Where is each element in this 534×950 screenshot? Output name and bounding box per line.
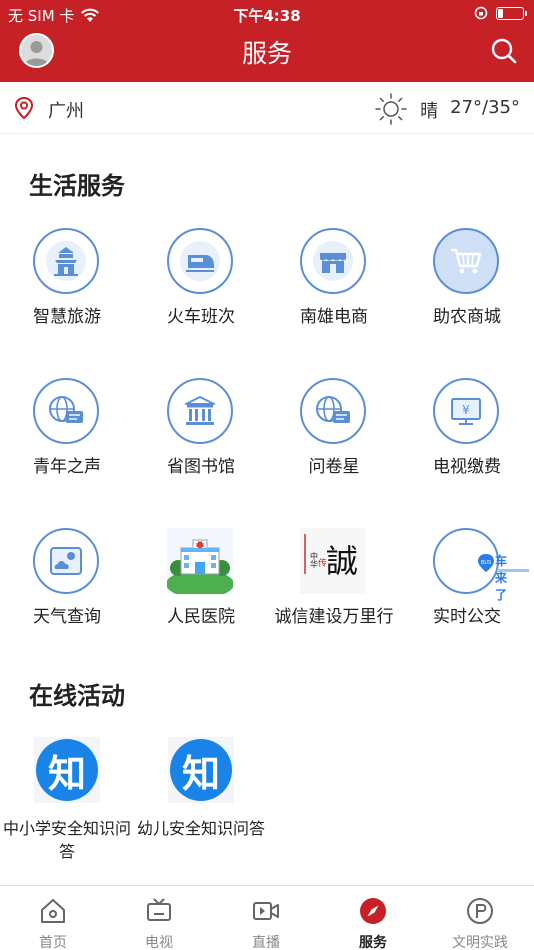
service-label: 省图书馆 xyxy=(167,457,235,477)
tab-label: 首页 xyxy=(39,935,67,950)
clock: 下午4:38 xyxy=(233,7,301,25)
battery-level xyxy=(498,8,503,18)
weather-info: 晴 27°/35° xyxy=(420,97,520,123)
cart-icon xyxy=(433,228,499,294)
globe-chat-icon xyxy=(300,378,366,444)
top-header: 无 SIM 卡 下午4:38 服务 xyxy=(0,0,534,82)
location-weather-bar: 广州 晴 27°/35° xyxy=(0,82,534,134)
service-label: 南雄电商 xyxy=(300,307,368,327)
globe-chat-icon xyxy=(33,378,99,444)
service-tile-provincial-library[interactable]: 省图书馆 xyxy=(134,378,268,508)
tab-label: 电视 xyxy=(145,935,173,950)
tab-home[interactable]: 首页 xyxy=(0,886,106,950)
service-label: 实时公交 xyxy=(433,607,501,627)
tab-label: 直播 xyxy=(252,935,280,950)
service-label: 诚信建设万里行 xyxy=(274,607,394,627)
shop-icon xyxy=(300,228,366,294)
train-icon xyxy=(167,228,233,294)
service-label: 智慧旅游 xyxy=(33,307,101,327)
battery-icon xyxy=(496,6,527,20)
service-tile-integrity-campaign[interactable]: 中华 传 · 誠 诚信建设万里行 xyxy=(267,528,401,658)
tab-tv[interactable]: 电视 xyxy=(106,886,212,950)
service-tile-train-schedule[interactable]: 火车班次 xyxy=(134,228,268,358)
service-tile-smart-travel[interactable]: 智慧旅游 xyxy=(0,228,134,358)
temperature-range: 27°/35° xyxy=(450,97,520,118)
sunny-weather-icon xyxy=(375,93,407,125)
status-bar: 无 SIM 卡 下午4:38 xyxy=(0,0,534,28)
bus-app-tagline xyxy=(497,569,529,572)
rotation-lock-icon xyxy=(474,6,488,20)
page-title: 服务 xyxy=(241,39,292,68)
service-label: 人民医院 xyxy=(167,607,235,627)
home-icon xyxy=(41,899,65,923)
tab-live[interactable]: 直播 xyxy=(213,886,319,950)
activity-tile-preschool-safety-quiz[interactable]: 知 幼儿安全知识问答 xyxy=(134,737,268,867)
activity-label: 中小学安全知识问答 xyxy=(2,819,131,862)
service-tile-realtime-bus[interactable]: BUS 车来了 实时公交 xyxy=(400,528,534,658)
location-city[interactable]: 广州 xyxy=(48,97,84,123)
service-label: 电视缴费 xyxy=(433,457,501,477)
service-tile-agri-mall[interactable]: 助农商城 xyxy=(400,228,534,358)
location-pin-icon[interactable] xyxy=(14,96,34,120)
hospital-icon xyxy=(166,528,234,598)
live-video-icon xyxy=(253,902,279,920)
bus-app-name: 车来了 xyxy=(495,554,508,602)
bus-app-icon: BUS 车来了 xyxy=(433,528,529,602)
zhihu-glyph: 知 xyxy=(170,739,232,801)
zhihu-glyph: 知 xyxy=(36,739,98,801)
service-label: 青年之声 xyxy=(33,457,101,477)
service-tile-peoples-hospital[interactable]: 人民医院 xyxy=(134,528,268,658)
service-label: 火车班次 xyxy=(167,307,235,327)
tab-civilization-practice[interactable]: 文明实践 xyxy=(427,886,533,950)
service-tile-youth-voice[interactable]: 青年之声 xyxy=(0,378,134,508)
search-icon[interactable] xyxy=(490,37,518,65)
service-label: 助农商城 xyxy=(433,307,501,327)
service-tile-weather-query[interactable]: 天气查询 xyxy=(0,528,134,658)
tab-label: 文明实践 xyxy=(452,935,508,950)
zhihu-icon: 知 xyxy=(168,737,234,803)
compass-icon xyxy=(360,898,386,924)
tv-yuan-icon: ¥ xyxy=(433,378,499,444)
service-tile-questionnaire[interactable]: 问卷星 xyxy=(267,378,401,508)
weather-condition: 晴 xyxy=(420,101,439,122)
library-icon xyxy=(167,378,233,444)
zhihu-icon: 知 xyxy=(34,737,100,803)
integrity-glyph: 誠 xyxy=(326,542,359,580)
service-label: 天气查询 xyxy=(33,607,101,627)
integrity-calligraphy-icon: 中华 传 · 誠 xyxy=(300,528,366,594)
section-title-online-activities: 在线活动 xyxy=(29,682,125,710)
svg-text:BUS: BUS xyxy=(481,560,491,566)
activity-tile-school-safety-quiz[interactable]: 知 中小学安全知识问答 xyxy=(0,737,134,867)
svg-text:¥: ¥ xyxy=(462,403,470,417)
service-tile-tv-payment[interactable]: ¥ 电视缴费 xyxy=(400,378,534,508)
service-label: 问卷星 xyxy=(308,457,360,477)
weather-icon xyxy=(33,528,99,594)
activity-label: 幼儿安全知识问答 xyxy=(136,819,265,838)
section-title-life-services: 生活服务 xyxy=(29,172,125,200)
tab-services[interactable]: 服务 xyxy=(320,886,426,950)
service-tile-nanxiong-ecommerce[interactable]: 南雄电商 xyxy=(267,228,401,358)
civilization-icon xyxy=(467,898,493,924)
tab-label: 服务 xyxy=(359,935,387,950)
temple-icon xyxy=(33,228,99,294)
bottom-tab-bar: 首页 电视 直播 服务 文明实践 xyxy=(0,885,534,950)
tv-icon xyxy=(147,898,171,921)
